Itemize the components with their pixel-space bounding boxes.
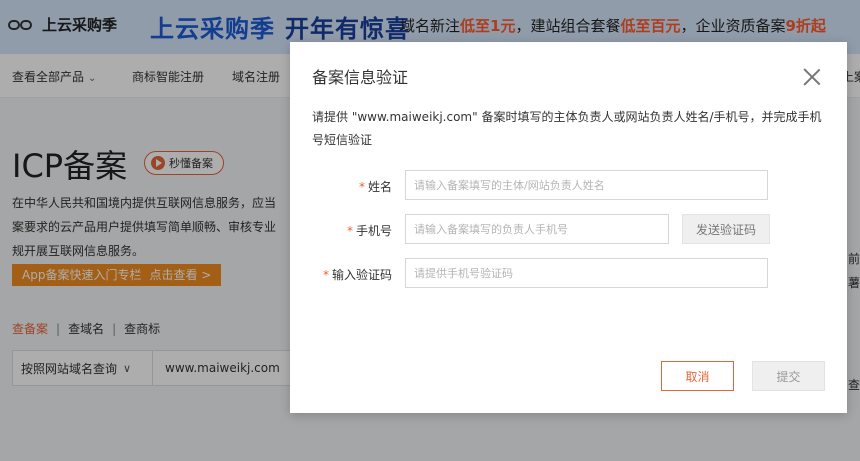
field-label-text: 手机号 <box>355 224 392 238</box>
required-mark: * <box>322 268 329 282</box>
field-label-text: 输入验证码 <box>331 268 392 282</box>
required-mark: * <box>346 224 353 238</box>
verification-code-input[interactable] <box>405 258 768 288</box>
dialog-title: 备案信息验证 <box>312 68 409 87</box>
phone-label: * 手机号 <box>312 222 392 239</box>
name-input[interactable] <box>405 170 768 200</box>
send-code-button[interactable]: 发送验证码 <box>682 214 770 244</box>
phone-input[interactable] <box>405 214 669 244</box>
code-field-row: * 输入验证码 <box>312 258 827 288</box>
name-label: * 姓名 <box>312 178 392 195</box>
close-icon[interactable] <box>803 68 821 86</box>
cancel-button[interactable]: 取消 <box>661 361 734 391</box>
submit-button[interactable]: 提交 <box>752 361 825 391</box>
required-mark: * <box>358 180 365 194</box>
field-label-text: 姓名 <box>367 180 392 194</box>
code-label: * 输入验证码 <box>312 266 392 283</box>
name-field-row: * 姓名 <box>312 170 827 200</box>
phone-field-row: *手机号 发送验证码 <box>312 214 827 244</box>
dialog-description: 请提供 "www.maiweikj.com" 备案时填写的主体负责人或网站负责人… <box>312 110 822 147</box>
verify-dialog: 备案信息验证 请提供 "www.maiweikj.com" 备案时填写的主体负责… <box>290 42 847 413</box>
